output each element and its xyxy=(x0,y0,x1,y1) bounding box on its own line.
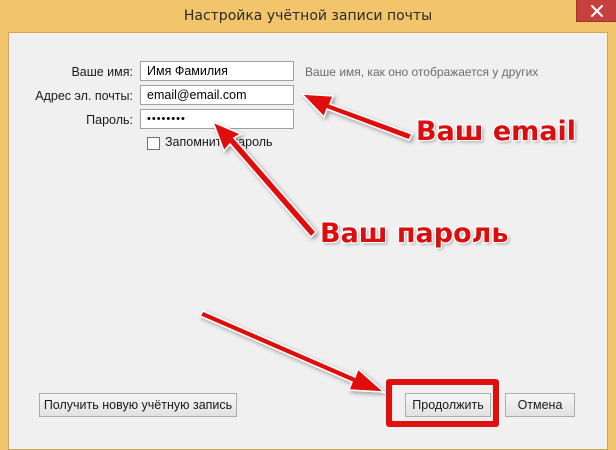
arrow-icon xyxy=(198,310,387,393)
arrow-icon xyxy=(211,120,318,239)
password-annotation: Ваш пароль xyxy=(320,218,509,249)
email-annotation: Ваш email xyxy=(416,116,577,147)
annotation-arrows xyxy=(198,93,414,393)
arrow-icon xyxy=(300,93,414,141)
account-setup-window: Настройка учётной записи почты Ваше имя:… xyxy=(0,0,616,450)
